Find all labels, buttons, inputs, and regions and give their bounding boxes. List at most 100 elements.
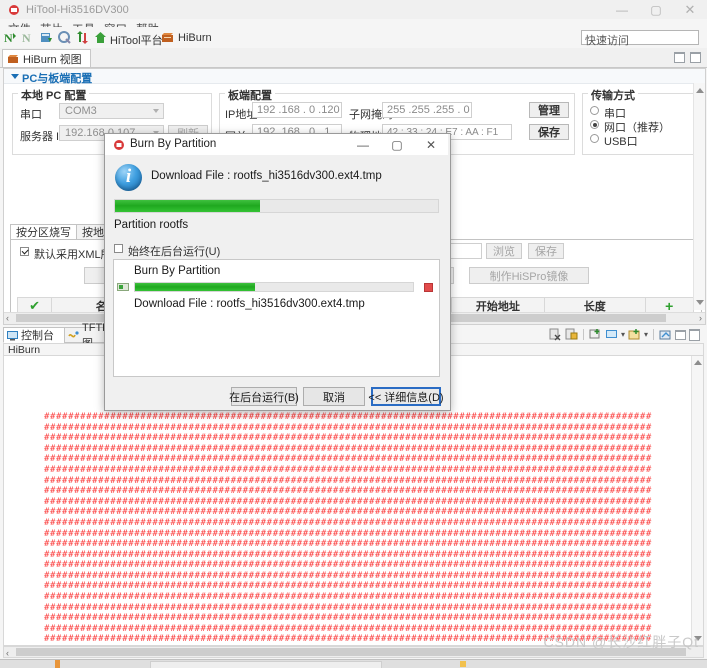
scroll-left-icon[interactable]: ‹: [6, 313, 9, 323]
board-config-group-title: 板端配置: [225, 87, 275, 103]
console-minimize-icon[interactable]: [675, 329, 686, 340]
window-title: HiTool-Hi3516DV300: [26, 4, 129, 16]
tab-console[interactable]: 控制台: [3, 327, 65, 343]
new-console-icon[interactable]: [589, 328, 602, 341]
detail-progress-fill: [135, 283, 255, 291]
chevron-down-icon: [153, 109, 159, 113]
scroll-left-icon[interactable]: ‹: [6, 648, 9, 658]
download-file-text: Download File : rootfs_hi3516dv300.ext4.…: [151, 170, 382, 182]
dialog-title-bar: Burn By Partition — ▢ ✕: [105, 134, 448, 156]
chevron-down-icon[interactable]: ▾: [644, 330, 648, 339]
save-board-button[interactable]: 保存: [529, 124, 569, 140]
view-minimize-icon[interactable]: [674, 52, 685, 63]
manage-button[interactable]: 管理: [529, 102, 569, 118]
scroll-down-icon[interactable]: [696, 300, 704, 305]
main-progress-bar: [114, 199, 439, 213]
title-bar: HiTool-Hi3516DV300 — ▢ ✕: [0, 0, 707, 20]
transfer-method-group-title: 传输方式: [588, 87, 638, 103]
dialog-minimize-button[interactable]: —: [346, 134, 380, 155]
svg-text:N: N: [4, 31, 13, 45]
progress-caption: Partition rootfs: [114, 219, 189, 231]
toolbar-hitool-label[interactable]: HiTool平台: [110, 32, 163, 48]
app-logo-icon: [9, 5, 19, 15]
run-in-background-checkbox[interactable]: 始终在后台运行(U): [114, 243, 220, 259]
clear-console-icon[interactable]: [549, 328, 562, 341]
tab-burn-by-partition[interactable]: 按分区烧写: [10, 224, 77, 240]
dialog-maximize-button[interactable]: ▢: [380, 134, 414, 155]
tab-console-label: 控制台: [21, 330, 54, 342]
display-console-icon[interactable]: [605, 328, 618, 341]
tab-hiburn-view-label: HiBurn 视图: [23, 53, 82, 66]
open-console-icon[interactable]: [628, 328, 641, 341]
console-vertical-scrollbar[interactable]: [691, 356, 703, 645]
dialog-title: Burn By Partition: [130, 138, 217, 150]
tab-hiburn-view[interactable]: HiBurn 视图: [2, 49, 91, 67]
view-maximize-icon[interactable]: [690, 52, 701, 63]
task-running-indicator-icon: [117, 283, 129, 291]
toolbar-hiburn-label[interactable]: HiBurn: [178, 32, 212, 44]
close-button[interactable]: ✕: [673, 0, 707, 19]
board-ip-value: 192 .168 . 0 .120: [257, 104, 340, 116]
toolbar-separator: [582, 329, 584, 340]
save-xml-button[interactable]: 保存: [528, 243, 564, 259]
quick-access-value: 快速访问: [585, 35, 629, 47]
transfer-icon[interactable]: [75, 30, 90, 45]
subnet-mask-input[interactable]: 255 .255 .255 . 0: [382, 102, 472, 118]
hiburn-icon[interactable]: [160, 30, 175, 45]
serial-port-select[interactable]: COM3: [59, 103, 164, 119]
scroll-up-icon[interactable]: [694, 360, 702, 365]
local-pc-group-title: 本地 PC 配置: [18, 87, 90, 103]
serial-port-label: 串口: [20, 109, 42, 121]
svg-text:N: N: [22, 31, 31, 45]
serial-port-value: COM3: [65, 105, 97, 117]
maximize-button[interactable]: ▢: [639, 0, 673, 19]
console-icon: [7, 331, 18, 341]
subnet-mask-value: 255 .255 .255 . 0: [387, 104, 470, 116]
burn-progress-dialog: Burn By Partition — ▢ ✕ Download File : …: [104, 133, 451, 411]
dialog-body: Download File : rootfs_hi3516dv300.ext4.…: [105, 155, 448, 409]
dialog-app-icon: [114, 140, 124, 150]
hipro-image-button[interactable]: 制作HiSPro镜像: [469, 267, 589, 284]
view-tab-strip: HiBurn 视图: [0, 48, 707, 68]
detail-task-subtitle: Download File : rootfs_hi3516dv300.ext4.…: [134, 298, 365, 310]
link-icon[interactable]: [57, 30, 72, 45]
console-toolbar: ▾ ▾: [549, 328, 700, 341]
lock-scroll-icon[interactable]: [565, 328, 578, 341]
chevron-down-icon[interactable]: [11, 74, 19, 79]
minimize-button[interactable]: —: [605, 0, 639, 19]
stop-task-button[interactable]: [424, 283, 433, 292]
tftp-icon: [68, 331, 79, 338]
hiburn-tab-icon: [8, 55, 18, 63]
section-title: PC与板端配置: [22, 73, 93, 85]
toolbar-separator: [653, 329, 654, 340]
console-maximize-icon[interactable]: [689, 328, 700, 341]
run-background-button[interactable]: 在后台运行(B): [229, 387, 299, 406]
import-icon[interactable]: [39, 30, 54, 45]
info-icon: [115, 164, 142, 191]
radio-usb[interactable]: USB口: [590, 133, 638, 149]
detail-task-title: Burn By Partition: [134, 265, 221, 277]
panel-vertical-scrollbar[interactable]: [693, 83, 705, 310]
quick-access-input[interactable]: 快速访问: [581, 30, 699, 47]
main-progress-fill: [115, 200, 261, 212]
chevron-down-icon[interactable]: ▾: [621, 330, 625, 339]
nav-forward-icon[interactable]: N: [21, 30, 36, 45]
window-controls: — ▢ ✕: [605, 0, 707, 19]
dialog-close-button[interactable]: ✕: [414, 134, 448, 155]
application-window: HiTool-Hi3516DV300 — ▢ ✕ 文件 芯片 工具 窗口 帮助 …: [0, 0, 707, 668]
cancel-button[interactable]: 取消: [303, 387, 365, 406]
board-ip-input[interactable]: 192 .168 . 0 .120: [252, 102, 342, 118]
section-header[interactable]: PC与板端配置: [4, 69, 705, 85]
detail-task-panel: Burn By Partition Download File : rootfs…: [113, 259, 440, 377]
pin-console-icon[interactable]: [659, 328, 672, 341]
details-toggle-button[interactable]: << 详细信息(D): [368, 387, 444, 406]
taskbar-item-3[interactable]: [460, 661, 466, 667]
scroll-right-icon[interactable]: ›: [699, 313, 702, 323]
home-icon[interactable]: [93, 30, 108, 45]
detail-progress-bar: [134, 282, 414, 292]
browse-button[interactable]: 浏览: [486, 243, 522, 259]
view-tab-window-controls: [674, 52, 701, 63]
nav-back-icon[interactable]: N: [3, 30, 18, 45]
scroll-up-icon[interactable]: [696, 88, 704, 93]
watermark: CSDN @长沙红胖子Qt: [543, 634, 699, 650]
